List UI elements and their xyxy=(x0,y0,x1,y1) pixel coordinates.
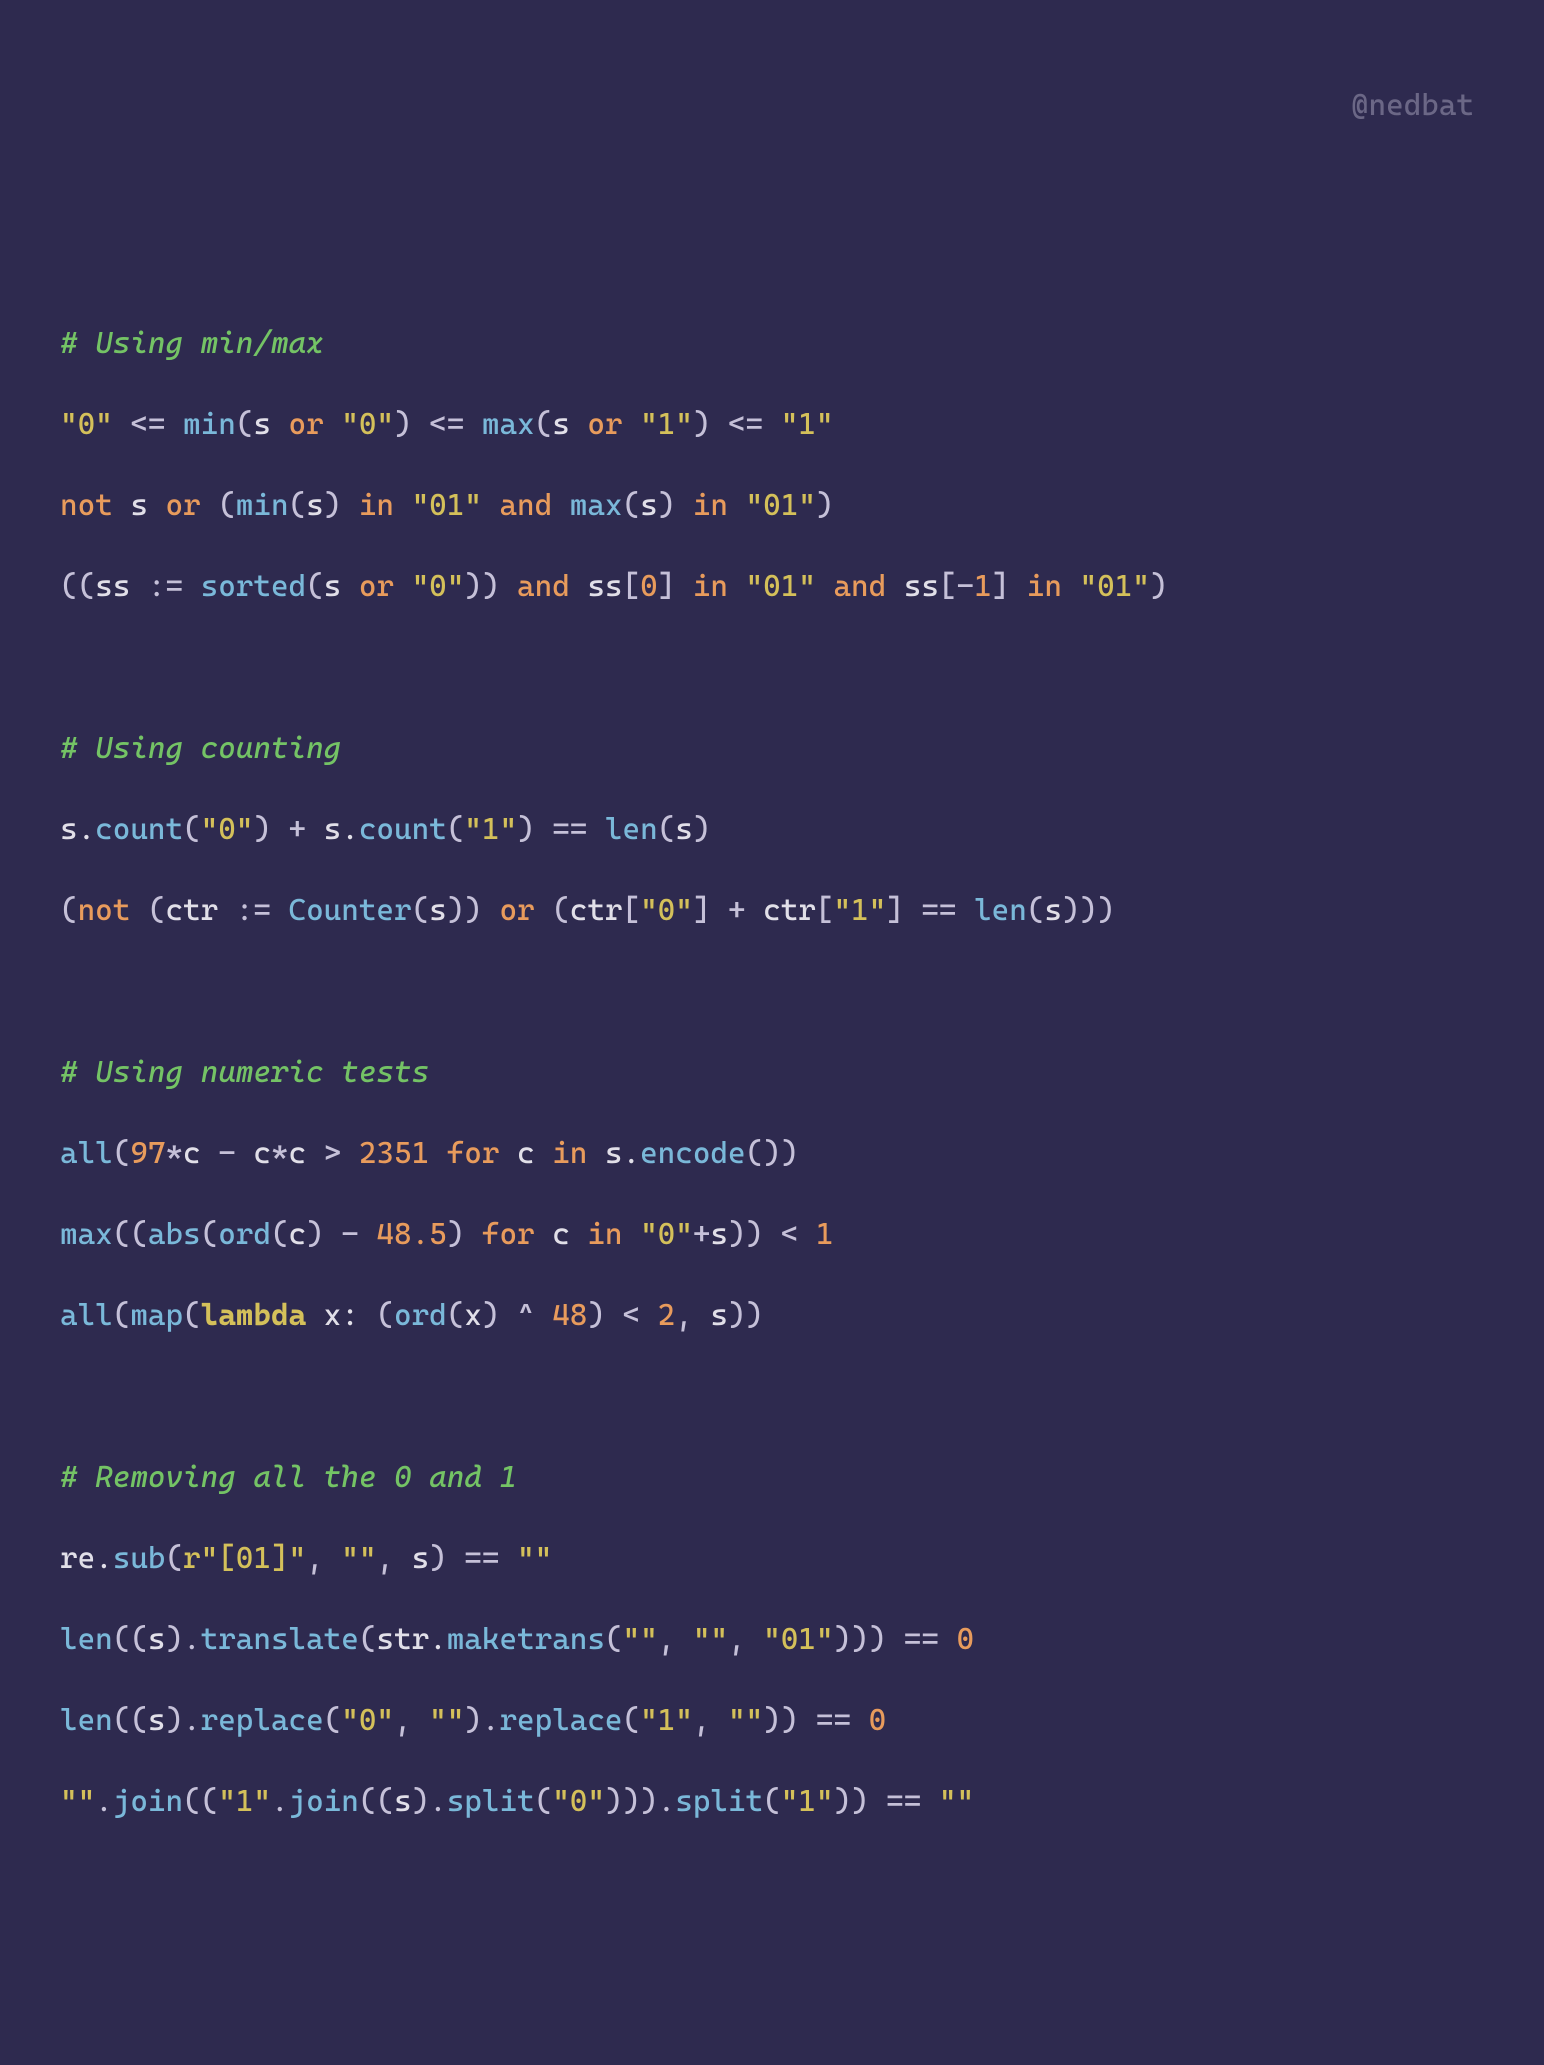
line-5: (not (ctr := Counter(s)) or (ctr["0"] + … xyxy=(60,891,1484,932)
line-9: re.sub(r"[01]", "", s) == "" xyxy=(60,1539,1484,1580)
line-10: len((s).translate(str.maketrans("", "", … xyxy=(60,1620,1484,1661)
blank-line xyxy=(60,648,1484,689)
blank-line xyxy=(60,1377,1484,1418)
line-12: "".join(("1".join((s).split("0"))).split… xyxy=(60,1782,1484,1823)
comment-4: # Removing all the 0 and 1 xyxy=(60,1458,1484,1499)
line-7: max((abs(ord(c) - 48.5) for c in "0"+s))… xyxy=(60,1215,1484,1256)
line-4: s.count("0") + s.count("1") == len(s) xyxy=(60,810,1484,851)
comment-2: # Using counting xyxy=(60,729,1484,770)
comment-3: # Using numeric tests xyxy=(60,1053,1484,1094)
blank-line xyxy=(60,972,1484,1013)
line-1: "0" <= min(s or "0") <= max(s or "1") <=… xyxy=(60,405,1484,446)
line-3: ((ss := sorted(s or "0")) and ss[0] in "… xyxy=(60,567,1484,608)
comment-1: # Using min/max xyxy=(60,324,1484,365)
line-2: not s or (min(s) in "01" and max(s) in "… xyxy=(60,486,1484,527)
line-6: all(97*c - c*c > 2351 for c in s.encode(… xyxy=(60,1134,1484,1175)
watermark: @nedbat xyxy=(1351,86,1474,127)
line-8: all(map(lambda x: (ord(x) ^ 48) < 2, s)) xyxy=(60,1296,1484,1337)
code-block: # Using min/max "0" <= min(s or "0") <= … xyxy=(60,283,1484,1863)
line-11: len((s).replace("0", "").replace("1", ""… xyxy=(60,1701,1484,1742)
